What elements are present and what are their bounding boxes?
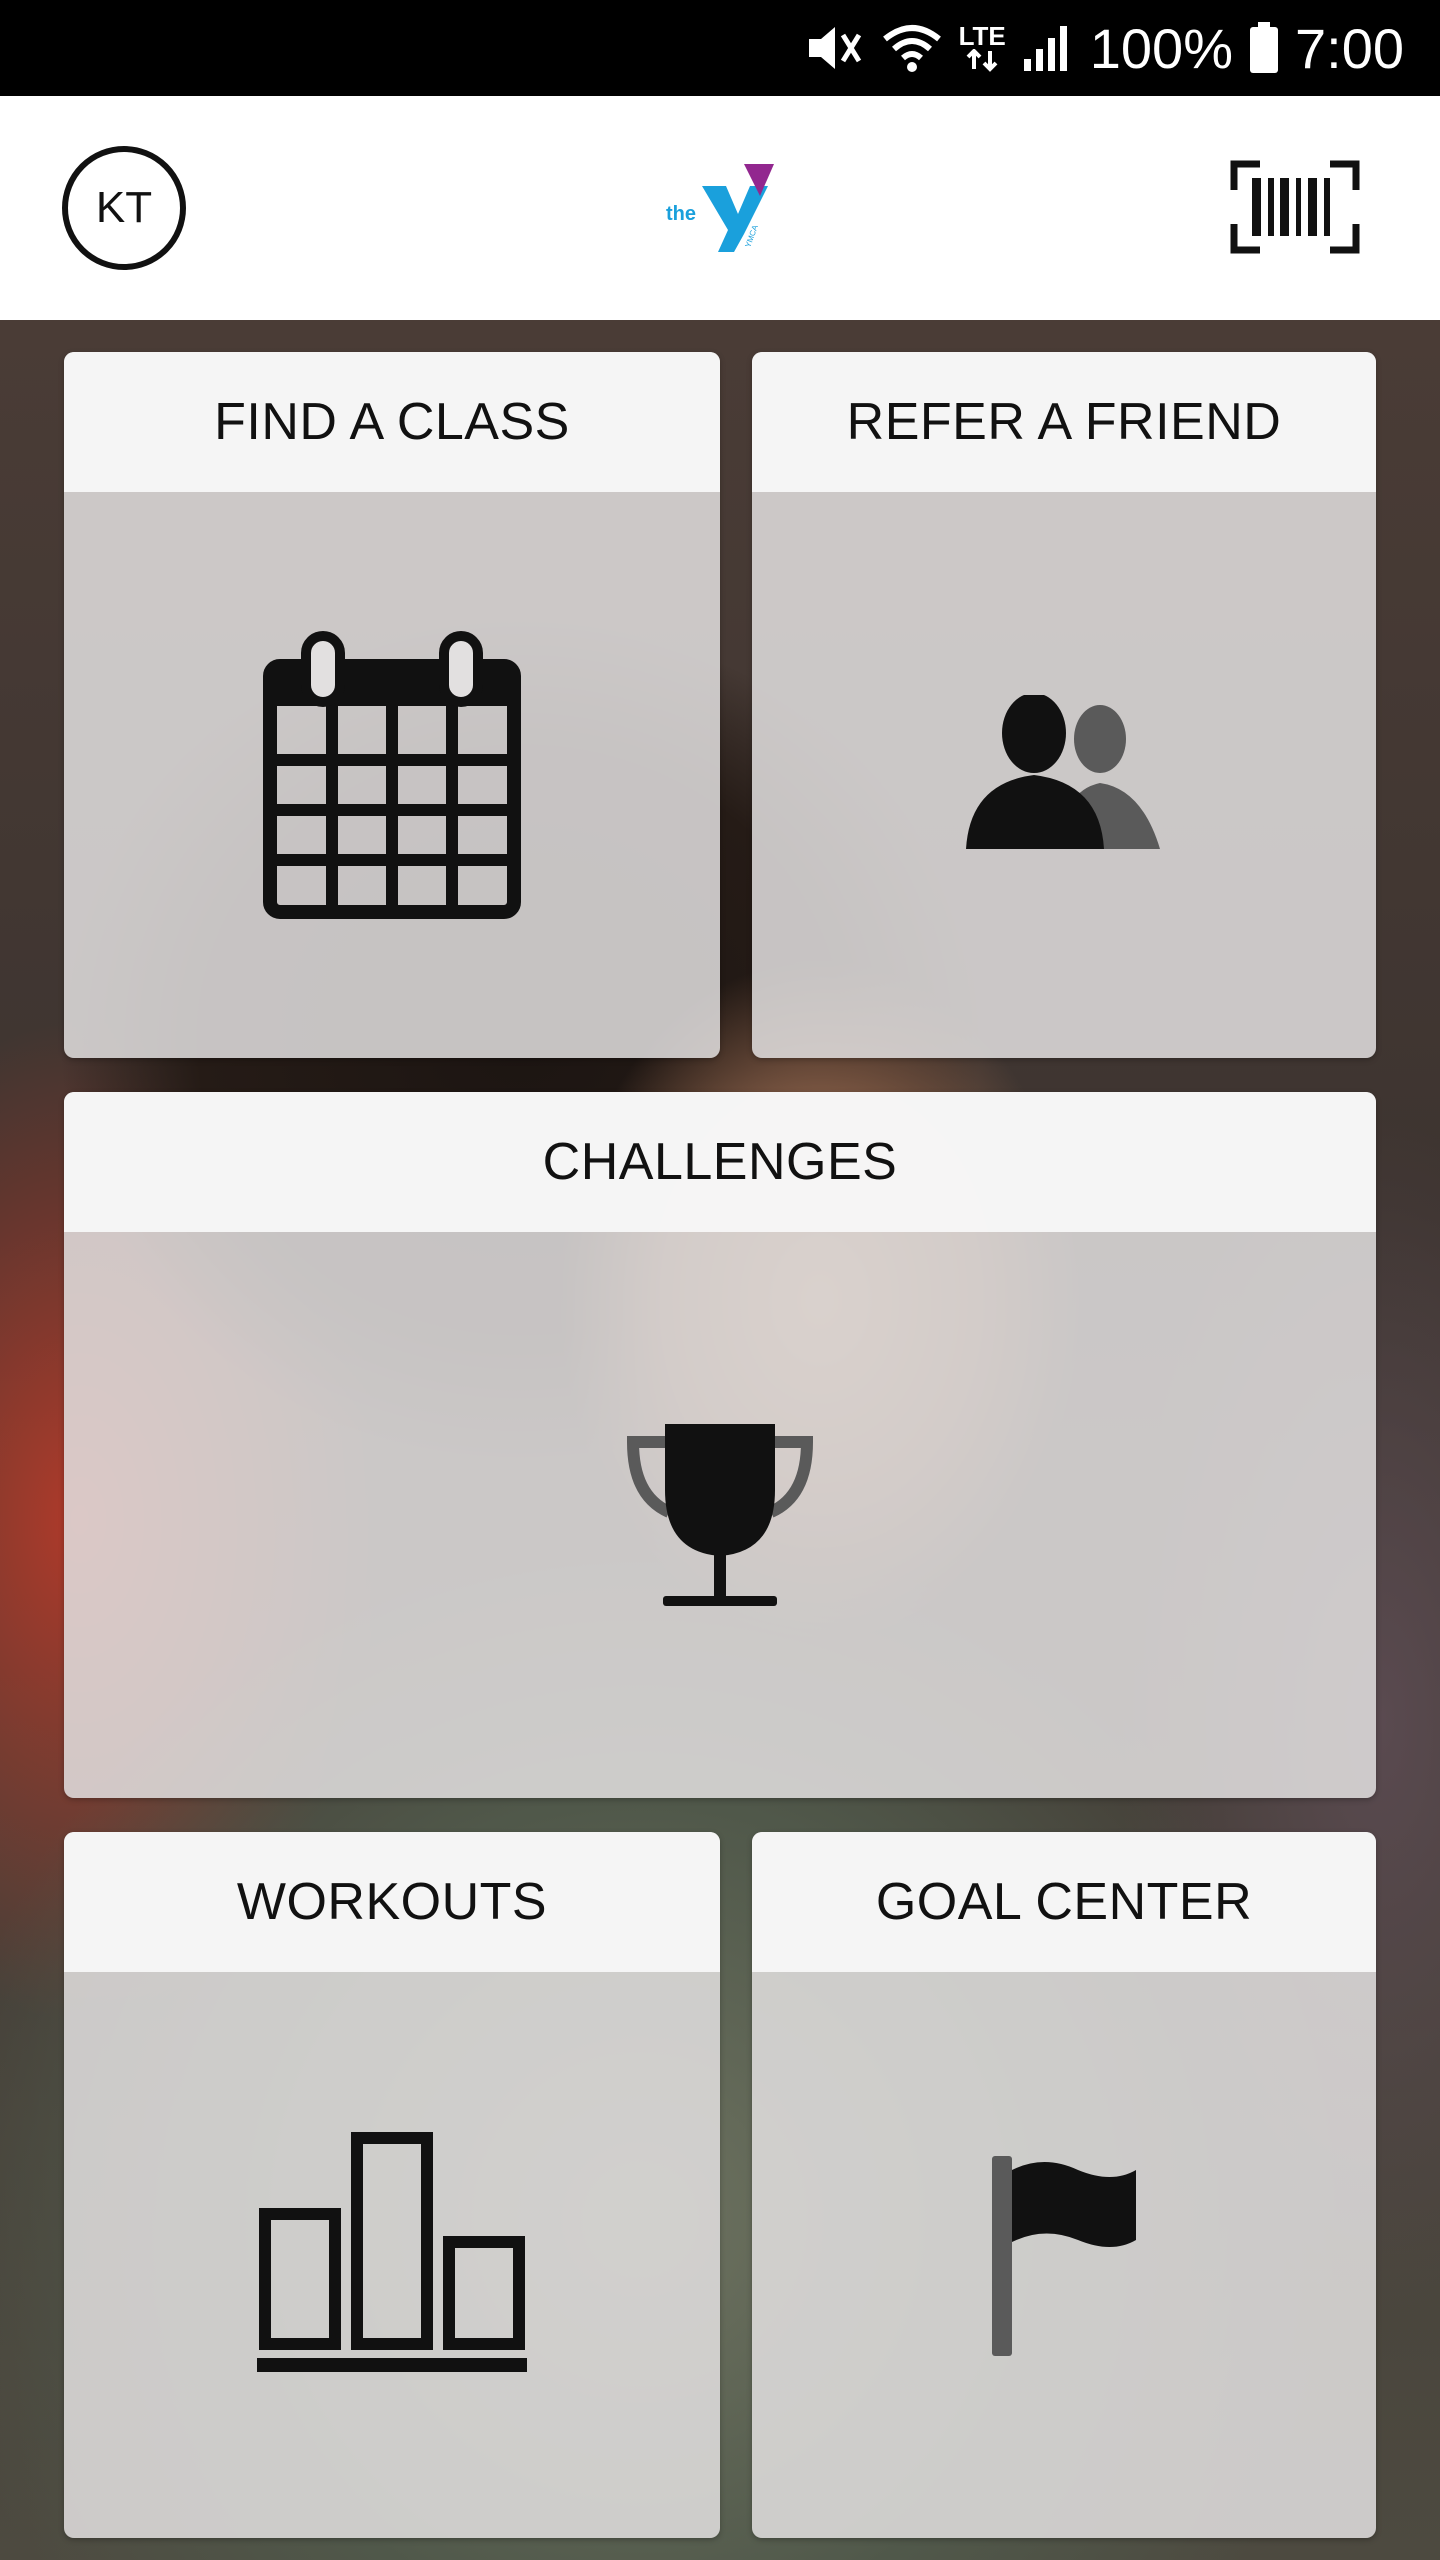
logo-text: the — [666, 203, 696, 225]
goal-center-tile[interactable]: GOAL CENTER — [752, 1832, 1376, 2538]
network-type-label: LTE — [958, 21, 1006, 51]
app-header: KT the YMCA — [0, 96, 1440, 320]
lte-icon: LTE — [959, 23, 1006, 73]
calendar-icon — [263, 631, 521, 919]
battery-percentage: 100% — [1089, 16, 1233, 80]
people-icon — [966, 695, 1160, 849]
barcode-icon — [1230, 160, 1360, 254]
battery-icon — [1249, 22, 1279, 74]
avatar-initials: KT — [95, 183, 153, 232]
tile-title: FIND A CLASS — [64, 352, 720, 492]
barcode-scan-button[interactable] — [1230, 160, 1360, 254]
mute-icon — [805, 23, 865, 73]
clock-time: 7:00 — [1295, 16, 1404, 80]
tile-title: GOAL CENTER — [752, 1832, 1376, 1972]
challenges-tile[interactable]: CHALLENGES — [64, 1092, 1376, 1798]
trophy-icon — [626, 1424, 814, 1606]
tile-title: WORKOUTS — [64, 1832, 720, 1972]
wifi-icon — [881, 23, 943, 73]
ymca-logo: the YMCA — [664, 156, 776, 256]
workouts-tile[interactable]: WORKOUTS — [64, 1832, 720, 2538]
status-bar: LTE 100% 7:00 — [0, 0, 1440, 96]
find-a-class-tile[interactable]: FIND A CLASS — [64, 352, 720, 1058]
tile-title: REFER A FRIEND — [752, 352, 1376, 492]
refer-a-friend-tile[interactable]: REFER A FRIEND — [752, 352, 1376, 1058]
tile-title: CHALLENGES — [64, 1092, 1376, 1232]
profile-avatar-button[interactable]: KT — [62, 146, 186, 270]
signal-icon — [1022, 23, 1074, 73]
bar-chart-icon — [257, 2132, 527, 2372]
flag-icon — [992, 2156, 1136, 2356]
